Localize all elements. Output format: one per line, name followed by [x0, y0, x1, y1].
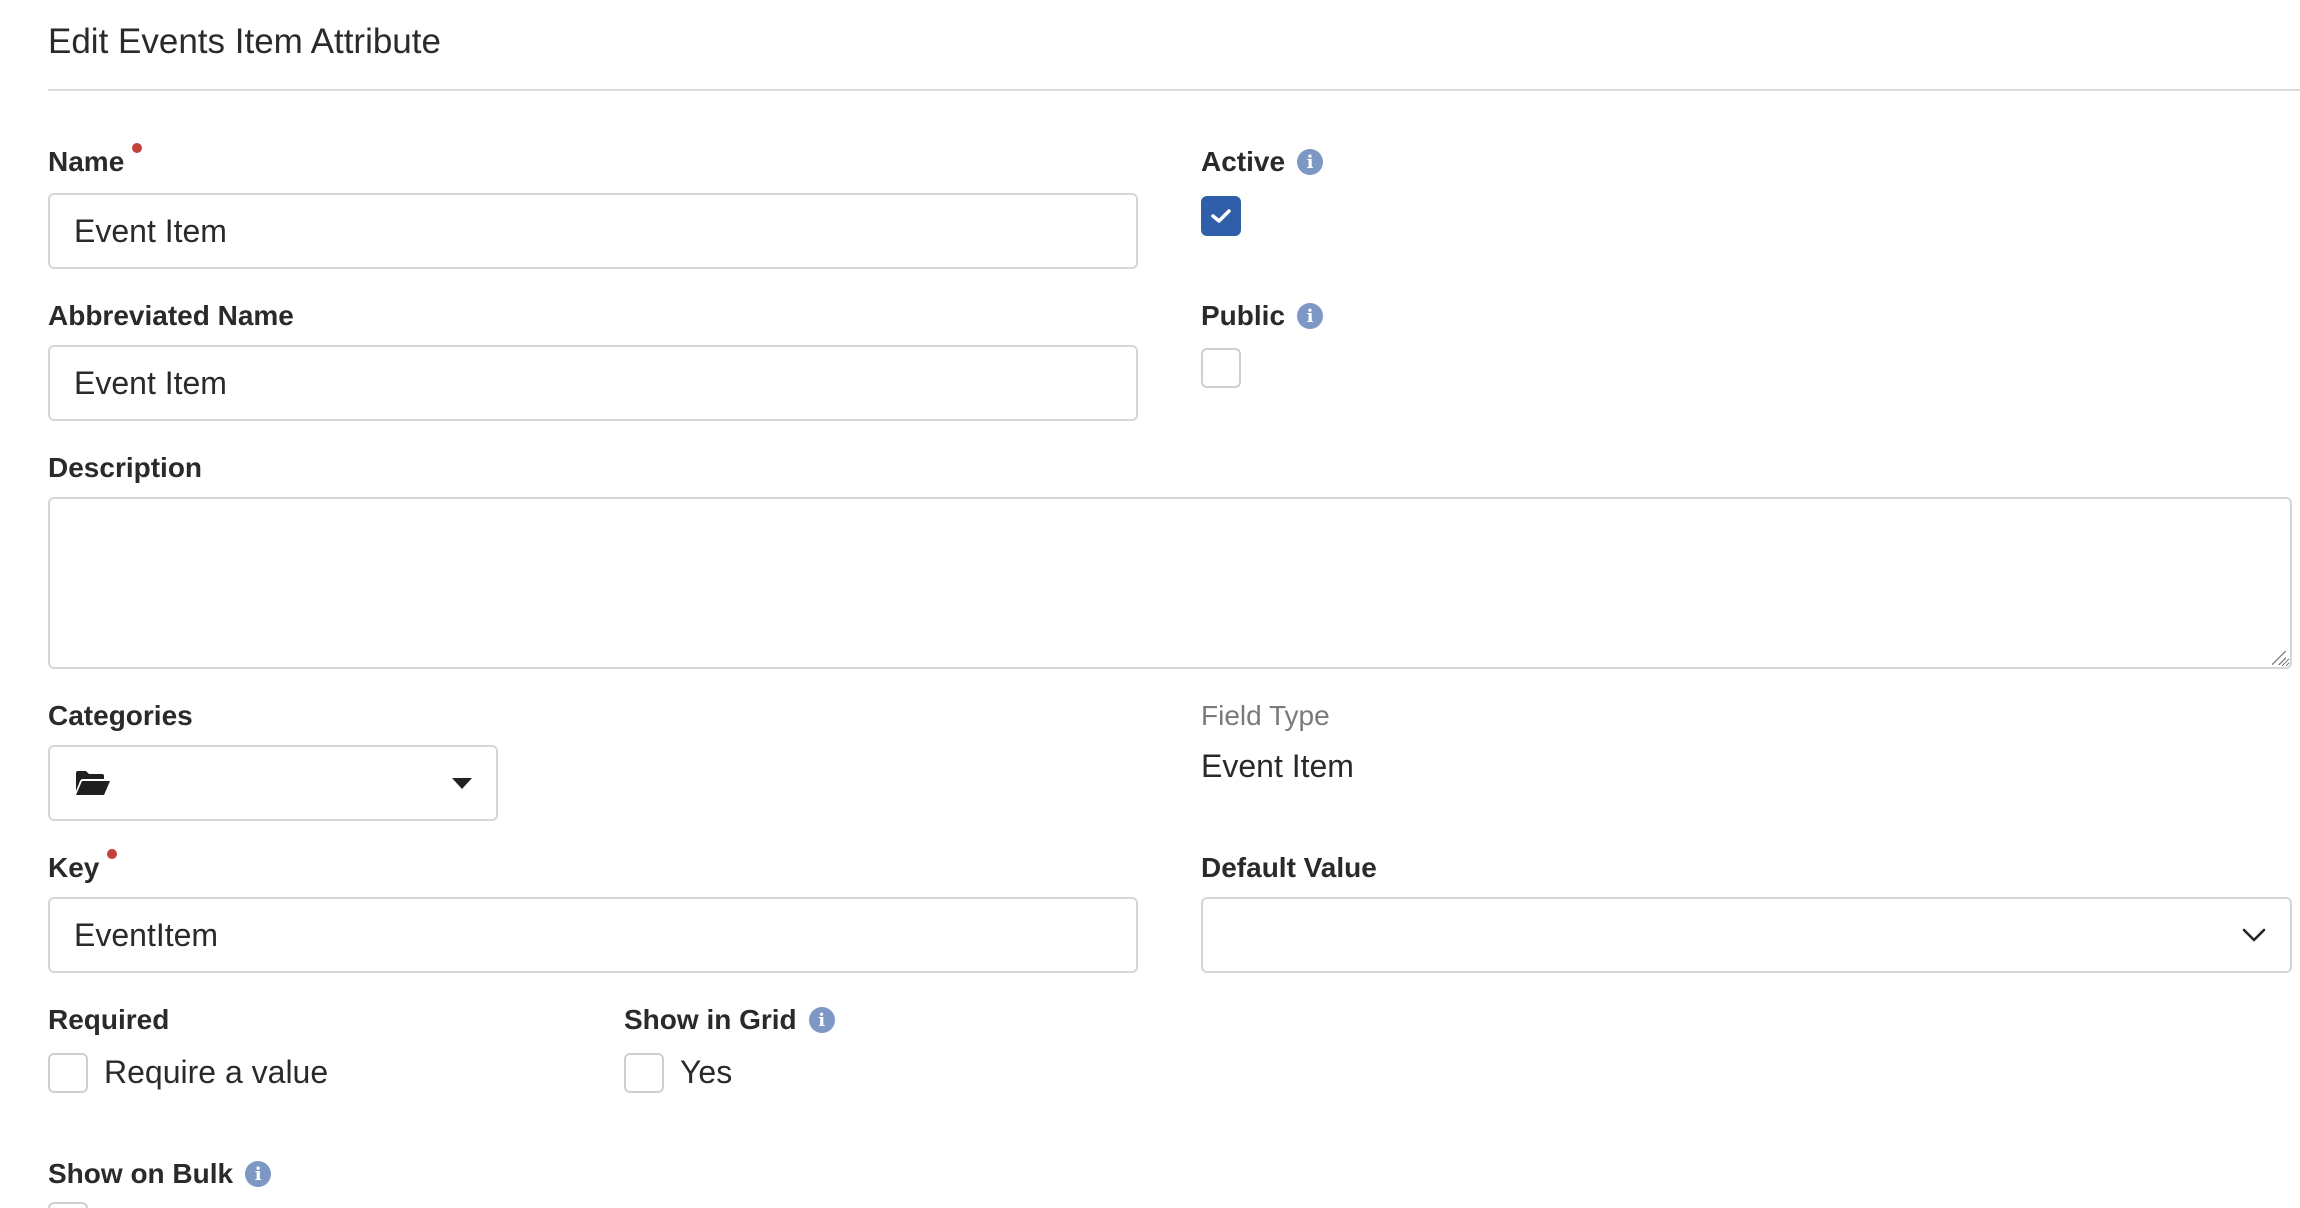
show-in-grid-checkbox[interactable] [624, 1053, 664, 1093]
show-in-grid-label: Show in Grid i [624, 1004, 835, 1036]
resize-handle-icon[interactable] [2272, 651, 2286, 665]
key-input[interactable] [48, 897, 1138, 973]
categories-label: Categories [48, 700, 193, 732]
key-label-text: Key [48, 852, 100, 883]
name-input[interactable] [48, 193, 1138, 269]
active-label-text: Active [1201, 146, 1286, 177]
public-label-text: Public [1201, 300, 1286, 331]
required-option-label[interactable]: Require a value [104, 1054, 328, 1091]
key-label: Key [48, 849, 118, 884]
checkmark-icon [1211, 209, 1231, 223]
description-label-text: Description [48, 452, 203, 483]
default-value-label-text: Default Value [1201, 852, 1377, 883]
required-label: Required [48, 1004, 169, 1036]
active-checkbox[interactable] [1201, 196, 1241, 236]
abbreviated-name-label-text: Abbreviated Name [48, 300, 294, 331]
required-indicator-icon [132, 143, 143, 153]
public-checkbox[interactable] [1201, 348, 1241, 388]
required-indicator-icon [107, 849, 118, 859]
field-type-label-text: Field Type [1201, 700, 1330, 731]
show-in-grid-label-text: Show in Grid [624, 1004, 797, 1035]
title-divider [48, 89, 2300, 91]
page-title: Edit Events Item Attribute [48, 22, 441, 61]
abbreviated-name-input[interactable] [48, 345, 1138, 421]
info-icon[interactable]: i [245, 1161, 272, 1187]
info-icon[interactable]: i [808, 1007, 835, 1033]
edit-attribute-page: Edit Events Item Attribute Name Active i… [0, 0, 2300, 1208]
show-on-bulk-checkbox[interactable] [48, 1202, 88, 1208]
field-type-label: Field Type [1201, 700, 1330, 732]
categories-label-text: Categories [48, 700, 193, 731]
show-on-bulk-label: Show on Bulk i [48, 1158, 272, 1190]
description-textarea[interactable] [48, 497, 2292, 669]
show-on-bulk-label-text: Show on Bulk [48, 1158, 234, 1189]
active-label: Active i [1201, 146, 1324, 178]
chevron-down-icon [2242, 928, 2266, 942]
public-label: Public i [1201, 300, 1324, 332]
abbreviated-name-label: Abbreviated Name [48, 300, 294, 332]
folder-open-icon [76, 771, 110, 795]
name-label-text: Name [48, 146, 125, 177]
categories-picker[interactable] [48, 745, 498, 821]
default-value-label: Default Value [1201, 852, 1377, 884]
required-label-text: Required [48, 1004, 170, 1035]
required-checkbox[interactable] [48, 1053, 88, 1093]
info-icon[interactable]: i [1297, 303, 1324, 329]
field-type-value: Event Item [1201, 748, 1354, 784]
description-label: Description [48, 452, 202, 484]
name-label: Name [48, 143, 143, 178]
info-icon[interactable]: i [1297, 149, 1324, 175]
caret-down-icon [452, 777, 472, 789]
default-value-select[interactable] [1201, 897, 2292, 973]
show-in-grid-option-label[interactable]: Yes [680, 1054, 732, 1091]
